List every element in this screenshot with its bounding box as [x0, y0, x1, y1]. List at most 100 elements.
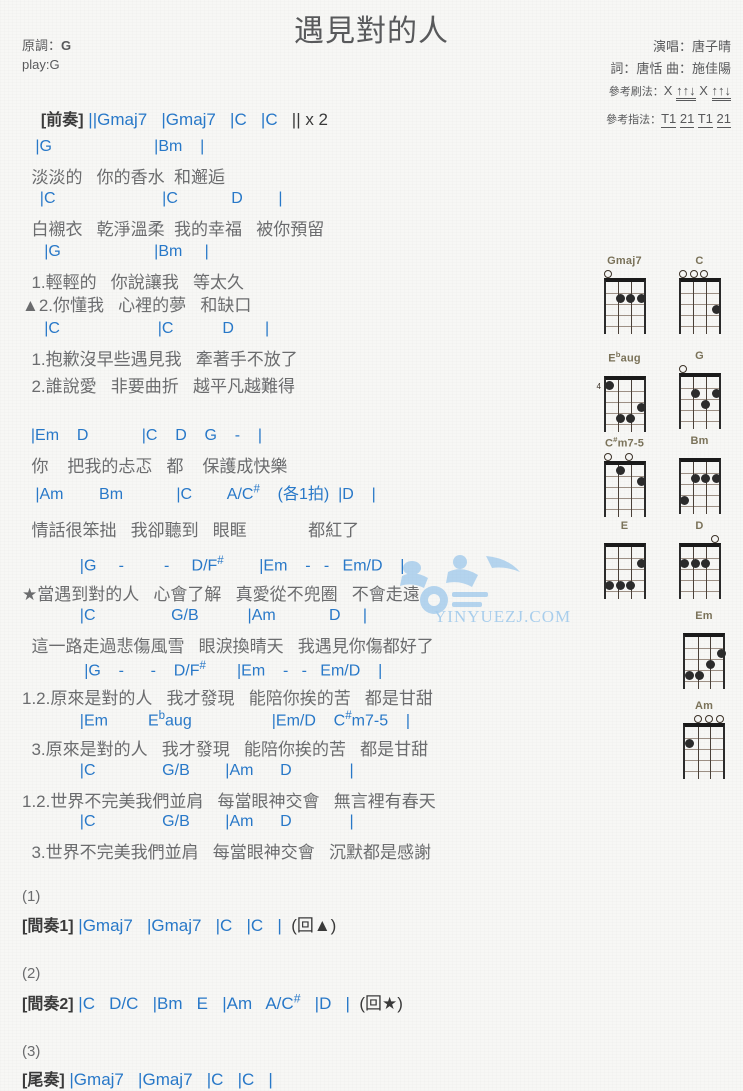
finger-dot	[701, 559, 711, 568]
fret-line	[680, 591, 719, 592]
chord-diagram-name: C#m7-5	[604, 435, 645, 450]
original-key-row: 原調：G	[22, 36, 71, 55]
section-chords: |C D/C |Bm E |Am A/C# |D |	[73, 991, 350, 1013]
ending-chord-line: [間奏2] |C D/C |Bm E |Am A/C# |D | (回★)	[22, 989, 403, 1014]
lyric-line: 你 把我的忐忑 都 保護成快樂	[22, 457, 288, 476]
finger-dot	[615, 581, 625, 590]
fret-line	[685, 749, 723, 750]
string-line	[697, 637, 699, 689]
fretboard	[678, 278, 721, 334]
finger-dot	[712, 305, 721, 314]
fret-line	[605, 423, 644, 425]
string-line	[630, 282, 632, 334]
string-line	[693, 377, 695, 429]
chord-line: |Em Ebaug |Em/D C#m7-5 |	[22, 710, 411, 730]
strum-reference: 參考刷法：X ↑↑↓ X ↑↑↓	[431, 83, 731, 101]
string-line	[630, 547, 632, 599]
chord-line: |C G/B |Am D |	[22, 813, 354, 830]
string-line	[693, 462, 695, 514]
finger-dot	[690, 389, 700, 398]
play-key: play:G	[22, 57, 60, 72]
string-line	[618, 547, 620, 599]
finger-dot	[615, 413, 625, 423]
fret-line	[680, 293, 719, 294]
chord-line: |C G/B |Am D |	[22, 607, 367, 624]
ending-number: (1)	[22, 888, 41, 905]
fretboard	[678, 373, 721, 429]
chord-diagram-name: Bm	[690, 435, 709, 447]
string-line	[693, 547, 695, 599]
fretboard	[678, 543, 721, 599]
chord-line: |Em D |C D G - |	[22, 427, 263, 444]
chord-diagram-row: C#m7-5 Bm	[587, 435, 737, 517]
chord-diagram-name: D	[695, 520, 704, 532]
finger-dot	[605, 581, 614, 590]
open-string-circle	[625, 452, 634, 461]
string-line	[705, 282, 707, 334]
finger-dot	[637, 476, 646, 486]
ending-chord-line: [間奏1] |Gmaj7 |Gmaj7 |C |C | (回▲)	[22, 911, 336, 936]
fret-line	[680, 399, 719, 400]
open-string-circle	[604, 270, 612, 278]
lyric-line: 淡淡的 你的香水 和邂逅	[22, 168, 226, 187]
pick-reference: 參考指法：T1 21 T1 21	[431, 111, 731, 128]
string-line	[630, 379, 632, 432]
finger-dot	[637, 559, 646, 568]
songsheet-page: 遇見對的人 原調：G play:G 演唱：唐子晴 詞：唐恬 曲：施佳陽 參考刷法…	[0, 0, 743, 1091]
open-strings-row	[679, 364, 721, 373]
string-line	[697, 727, 699, 779]
fret-line	[680, 421, 719, 422]
open-strings-row	[604, 452, 646, 461]
fret-line	[680, 473, 719, 474]
chord-diagram-row: Gmaj7 C	[587, 255, 737, 334]
chord-diagram: C#m7-5	[592, 435, 658, 517]
fret-line	[680, 569, 719, 570]
open-strings-row	[604, 367, 646, 376]
string-line	[630, 464, 632, 517]
finger-dot	[701, 400, 711, 409]
lyric-line: 3.世界不完美我們並肩 每當眼神交會 沉默都是感謝	[22, 843, 431, 862]
finger-dot	[695, 671, 705, 680]
chord-diagram: Bm	[667, 435, 733, 517]
chord-line: |Am Bm |C A/C# (各1拍) |D |	[22, 483, 376, 503]
chord-diagram: E	[592, 520, 658, 599]
lyric-line: 1.輕輕的 你說讓我 等太久	[22, 273, 244, 292]
watermark-logo-icon: YINYUEZJ.COM	[400, 555, 570, 626]
fret-line	[680, 304, 719, 305]
chord-line: |G - - D/F# |Em - - Em/D |	[22, 555, 405, 575]
open-strings-row	[604, 534, 646, 543]
fret-line	[605, 304, 644, 305]
lyric-line: 3.原來是對的人 我才發現 能陪你挨的苦 都是甘甜	[22, 740, 429, 759]
finger-dot	[637, 294, 646, 303]
strum-label: 參考刷法：	[608, 86, 664, 98]
fret-line	[605, 390, 644, 392]
fret-line	[680, 580, 719, 581]
fret-line	[680, 326, 719, 327]
chord-line: |C |C D |	[22, 190, 283, 207]
fret-line	[685, 760, 723, 761]
open-string-circle	[700, 270, 709, 278]
chord-line: |G - - D/F# |Em - - Em/D |	[22, 660, 383, 680]
chord-diagram-row: Am	[587, 700, 743, 779]
fret-line	[605, 412, 644, 414]
fret-line	[685, 648, 723, 649]
chord-line: |C |C D |	[22, 320, 270, 337]
finger-dot	[684, 671, 694, 680]
fret-line	[680, 388, 719, 389]
finger-dot	[684, 739, 694, 748]
chord-diagram-row: ED	[587, 520, 737, 599]
finger-dot	[712, 474, 721, 483]
section-chords: |Gmaj7 |Gmaj7 |C |C |	[73, 916, 282, 935]
section-label: [間奏1]	[22, 918, 74, 935]
open-strings-row	[683, 714, 725, 723]
fret-line	[605, 326, 644, 327]
chord-diagram-row: Em	[587, 610, 743, 689]
finger-dot	[615, 465, 625, 475]
lyricist-composer: 詞：唐恬 曲：施佳陽	[610, 61, 731, 76]
intro-chords: ||Gmaj7 |Gmaj7 |C |C || x 2	[83, 110, 329, 129]
string-line	[618, 282, 620, 334]
strum-pattern: X ↑↑↓ X ↑↑↓	[664, 83, 731, 101]
fret-line	[605, 591, 644, 592]
finger-dot	[626, 294, 636, 303]
fret-line	[680, 484, 719, 485]
